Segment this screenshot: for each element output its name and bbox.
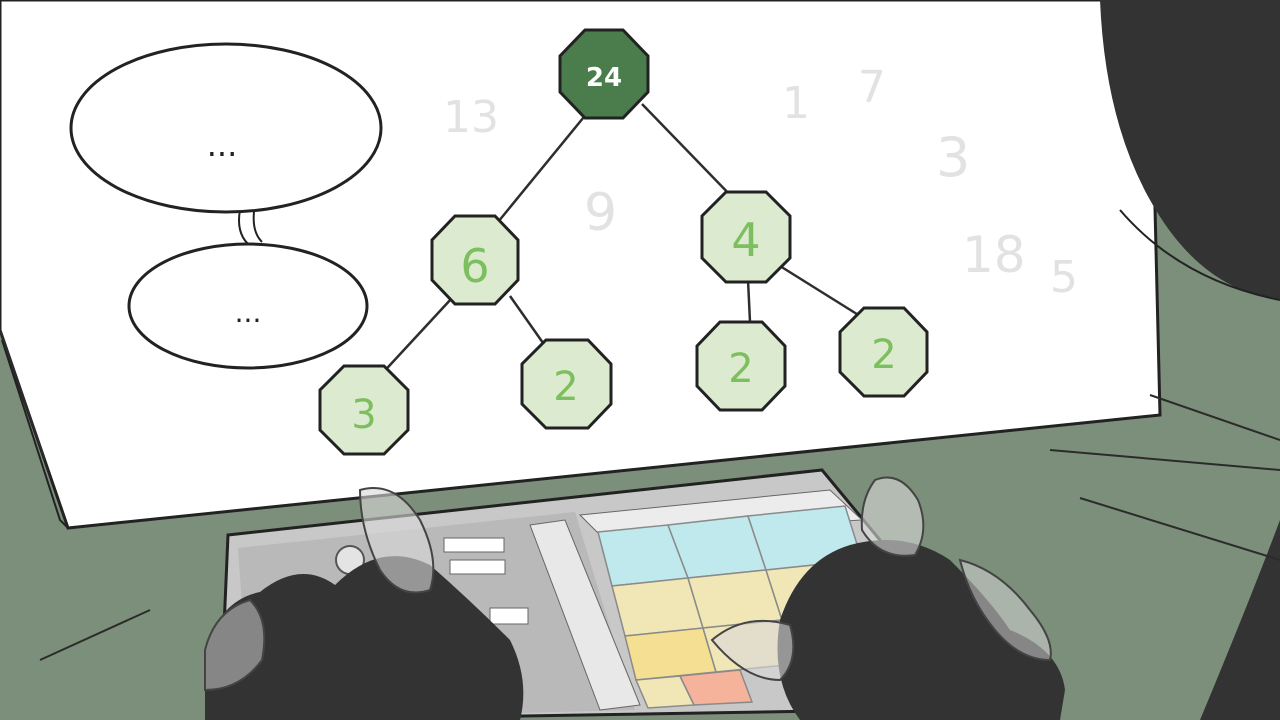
tree-node: 2: [838, 306, 929, 398]
tile[interactable]: [687, 569, 783, 629]
faint-number: 5: [1050, 252, 1078, 303]
node-value: 2: [728, 346, 753, 392]
tree-node: 2: [695, 320, 787, 412]
tree-node: 6: [430, 214, 520, 306]
tile[interactable]: [678, 669, 754, 706]
storyboard-scene: 13 9 1 7 3 18 5 ... ... 24 6 4 3 2 2 2: [0, 0, 1280, 720]
tree-node-root: 24: [558, 28, 650, 120]
tree-node: 2: [520, 338, 613, 430]
faint-number: 13: [443, 92, 499, 143]
faint-number: 1: [782, 78, 810, 129]
node-value: 2: [871, 332, 896, 378]
node-value: 4: [731, 213, 760, 267]
root-node-value: 24: [586, 63, 622, 93]
tile[interactable]: [611, 577, 704, 637]
speech-bubble-top-text: ...: [207, 126, 238, 164]
console-slot: [489, 607, 529, 625]
tree-node: 4: [700, 190, 792, 284]
faint-number: 18: [962, 226, 1026, 284]
node-value: 6: [460, 239, 489, 293]
faint-number: 3: [936, 126, 970, 189]
speech-bubble-bottom-text: ...: [235, 296, 262, 329]
faint-number: 9: [584, 183, 617, 243]
console-slot: [443, 537, 505, 553]
faint-number: 7: [858, 62, 886, 113]
node-value: 3: [351, 392, 376, 438]
tile[interactable]: [624, 627, 717, 681]
console-slot: [449, 559, 506, 575]
tree-node: 3: [318, 364, 410, 456]
node-value: 2: [553, 364, 578, 410]
